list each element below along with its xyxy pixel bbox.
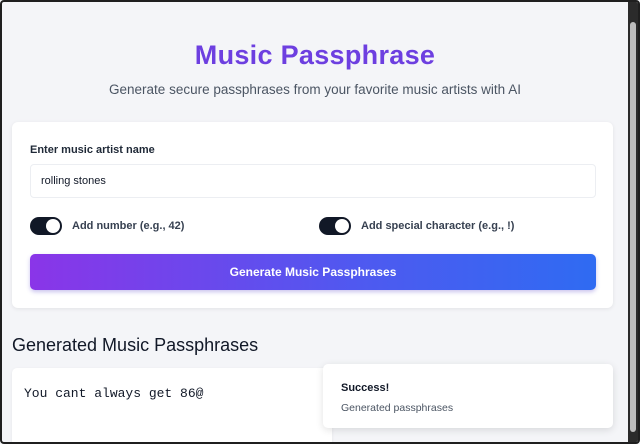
app-window: Music Passphrase Generate secure passphr… [0,0,640,444]
add-number-label: Add number (e.g., 42) [72,220,185,232]
scrollbar[interactable] [628,2,638,442]
add-number-option[interactable]: Add number (e.g., 42) [30,217,184,235]
toast-description: Generated passphrases [341,402,454,414]
toggle-knob [46,219,60,233]
artist-name-input[interactable] [30,164,596,198]
page-title: Music Passphrase [194,40,436,70]
toggle-knob [335,219,349,233]
passphrase-result-card[interactable]: You cant always get 86@ [12,368,332,442]
toast-title: Success! [341,382,390,394]
add-special-label: Add special character (e.g., !) [361,220,515,232]
generator-form-card: Enter music artist name Add number (e.g.… [12,122,613,308]
add-special-toggle[interactable] [319,217,351,235]
add-number-toggle[interactable] [30,217,62,235]
artist-field-label: Enter music artist name [30,144,155,156]
generate-button[interactable]: Generate Music Passphrases [30,254,596,290]
scrollbar-thumb[interactable] [630,22,636,432]
page-subtitle: Generate secure passphrases from your fa… [109,82,521,97]
passphrase-text: You cant always get 86@ [24,386,204,401]
add-special-option[interactable]: Add special character (e.g., !) [319,217,514,235]
success-toast[interactable]: Success! Generated passphrases [323,364,613,428]
results-heading: Generated Music Passphrases [12,335,259,355]
